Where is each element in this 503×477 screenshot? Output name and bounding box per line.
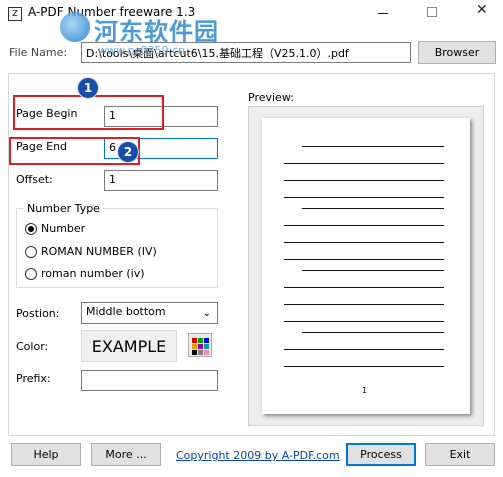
prefix-label: Prefix: [16,372,51,385]
radio-label-number: Number [41,222,86,235]
watermark-url: www.pc0359.cn [98,44,186,57]
number-type-title: Number Type [24,202,103,215]
palette-swatch [204,338,209,343]
more-button[interactable]: More ... [91,443,161,466]
offset-label: Offset: [16,173,53,186]
watermark-logo-icon [60,12,90,42]
radio-roman-lower-icon[interactable] [25,268,37,280]
palette-swatch [204,344,209,349]
preview-text-line [302,146,444,147]
palette-swatch [192,338,197,343]
app-icon: Z [8,7,22,21]
prefix-input[interactable] [81,370,218,391]
copyright-link[interactable]: Copyright 2009 by A-PDF.com [176,449,340,462]
palette-swatch [198,344,203,349]
help-button[interactable]: Help [11,443,81,466]
palette-swatch [192,350,197,355]
preview-page [262,118,470,414]
preview-text-line [284,163,444,164]
preview-text-line [302,332,444,333]
preview-text-line [284,304,444,305]
radio-roman-upper-icon[interactable] [25,246,37,258]
preview-text-line [302,208,444,209]
radio-option-roman-upper[interactable]: ROMAN NUMBER (IV) [25,245,215,261]
preview-text-line [284,287,444,288]
color-example-preview: EXAMPLE [81,330,177,362]
color-label: Color: [16,340,49,353]
maximize-icon[interactable] [427,7,437,17]
radio-option-number[interactable]: Number [25,222,215,238]
palette-swatch [198,350,203,355]
palette-swatch [198,338,203,343]
color-palette-icon[interactable] [188,333,212,357]
close-icon[interactable]: ✕ [476,2,488,18]
offset-input[interactable]: 1 [104,170,218,191]
preview-page-number: 1 [362,386,368,395]
file-name-label: File Name: [9,46,68,59]
preview-text-line [284,197,444,198]
minimize-icon[interactable] [378,13,388,14]
watermark-text: 河东软件园 [94,18,219,46]
chevron-down-icon: ⌄ [202,308,211,319]
preview-text-line [284,366,444,367]
annotation-badge-2: 2 [118,142,138,162]
highlight-box-page-begin [13,95,164,130]
annotation-badge-1: 1 [78,78,98,98]
position-select-value: Middle bottom [86,305,166,318]
preview-text-line [284,242,444,243]
browse-button[interactable]: Browser [418,41,496,64]
palette-swatch [204,350,209,355]
process-button[interactable]: Process [346,443,416,466]
preview-text-line [284,180,444,181]
position-label: Postion: [16,307,60,320]
palette-swatch [192,344,197,349]
radio-label-roman-upper: ROMAN NUMBER (IV) [41,245,157,258]
preview-text-line [302,270,444,271]
preview-text-line [284,259,444,260]
position-select[interactable]: Middle bottom ⌄ [81,302,218,324]
radio-option-roman-lower[interactable]: roman number (iv) [25,267,215,283]
radio-label-roman-lower: roman number (iv) [41,267,145,280]
preview-text-line [284,321,444,322]
preview-text-line [284,349,444,350]
exit-button[interactable]: Exit [425,443,495,466]
preview-text-line [284,225,444,226]
radio-number-icon[interactable] [25,223,37,235]
preview-label: Preview: [248,91,294,104]
